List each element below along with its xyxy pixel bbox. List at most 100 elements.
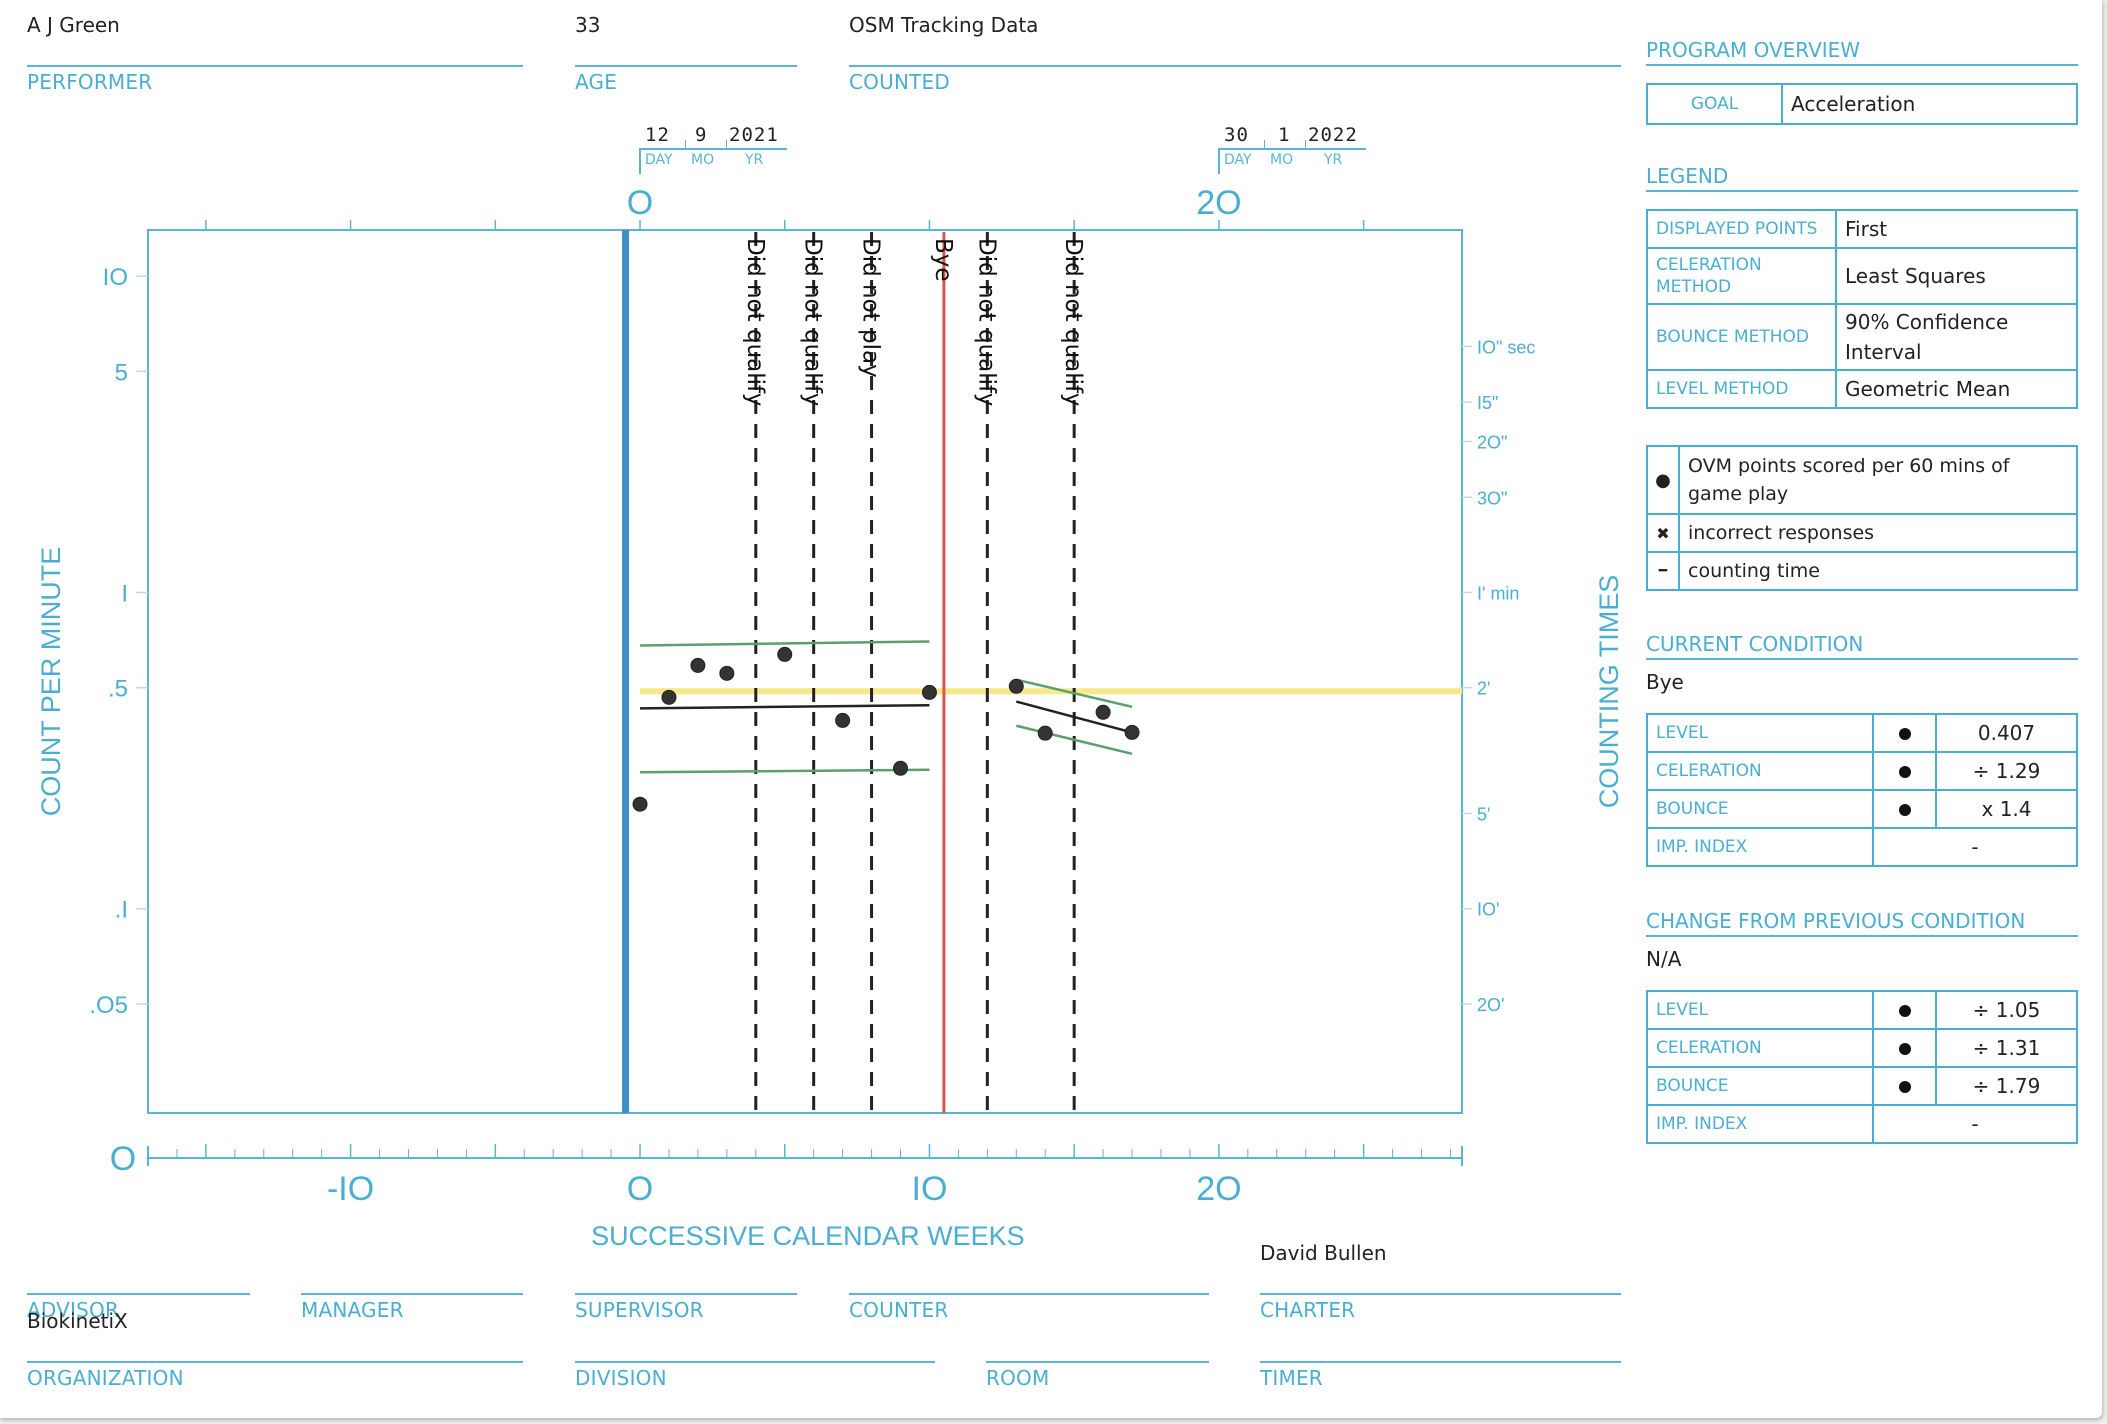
data-point <box>661 689 677 705</box>
legend-symbol-label: counting time <box>1678 551 2078 591</box>
legend-value: First <box>1835 209 2078 249</box>
legend-row: DISPLAYED POINTS First <box>1646 209 2078 249</box>
data-point <box>1095 704 1111 720</box>
stat-row: LEVEL 0.407 <box>1646 713 2078 753</box>
right-axis-label: 3O" <box>1477 488 1507 508</box>
division-underline <box>575 1361 935 1363</box>
right-axis-label: 2O' <box>1477 995 1504 1015</box>
program-overview-table: GOAL Acceleration <box>1646 83 2078 125</box>
data-point <box>777 646 793 662</box>
x-axis-title: SUCCESSIVE CALENDAR WEEKS <box>591 1221 1025 1251</box>
organization-label: ORGANIZATION <box>27 1366 184 1390</box>
stat-key: CELERATION <box>1646 1028 1874 1068</box>
side-panel: PROGRAM OVERVIEW GOAL Acceleration LEGEN… <box>1646 0 2078 1200</box>
celeration-chart: O 2O O -IO O IO 2O SUCCESSIVE CALENDAR WEEKS IO 5… <box>36 184 1624 1251</box>
bottom-axis-label: -IO <box>327 1170 374 1208</box>
stat-key: LEVEL <box>1646 713 1874 753</box>
annotation-label: Did not qualify <box>1060 238 1086 406</box>
legend-key: LEVEL METHOD <box>1646 369 1837 409</box>
legend-row: CELERATION METHOD Least Squares <box>1646 247 2078 305</box>
data-point <box>921 684 937 700</box>
organization-underline <box>27 1361 523 1363</box>
data-point <box>690 657 706 673</box>
charter-value: David Bullen <box>1260 1241 1387 1265</box>
counter-label: COUNTER <box>849 1298 949 1322</box>
legend-symbol-row: ✖ incorrect responses <box>1646 513 2078 553</box>
top-axis-label: O <box>627 184 653 222</box>
program-overview-title: PROGRAM OVERVIEW <box>1646 38 2078 66</box>
y-axis-right-title: COUNTING TIMES <box>1594 575 1624 809</box>
stat-value: ÷ 1.31 <box>1935 1028 2078 1068</box>
right-axis-label: I' min <box>1477 583 1519 603</box>
organization-value: BiokinetiX <box>27 1309 128 1333</box>
legend-row: BOUNCE METHOD 90% Confidence Interval <box>1646 303 2078 371</box>
advisor-underline <box>27 1293 250 1295</box>
left-axis-label: IO <box>103 264 128 291</box>
dot-icon: ● <box>1646 445 1680 515</box>
right-axis-label: 2' <box>1477 679 1490 699</box>
legend-symbol-row: ━ counting time <box>1646 551 2078 591</box>
dot-icon <box>1872 1028 1937 1068</box>
left-axis-label: 5 <box>115 359 128 386</box>
data-point <box>1008 678 1024 694</box>
right-axis-label: IO" sec <box>1477 337 1535 357</box>
bottom-axis-label: IO <box>912 1170 948 1208</box>
legend-symbols-table: ● OVM points scored per 60 mins of game … <box>1646 445 2078 591</box>
annotation-label: Did not qualify <box>800 238 826 406</box>
current-condition-table: LEVEL 0.407 CELERATION ÷ 1.29 BOUNCE x 1… <box>1646 713 2078 867</box>
change-from-previous-name: N/A <box>1646 947 1682 971</box>
top-axis-label: 2O <box>1196 184 1241 222</box>
phase1-lower-bounce-line <box>640 768 930 774</box>
stat-key: LEVEL <box>1646 990 1874 1030</box>
timer-underline <box>1260 1361 1621 1363</box>
data-point <box>632 796 648 812</box>
data-point <box>893 760 909 776</box>
room-underline <box>986 1361 1209 1363</box>
stat-value: x 1.4 <box>1935 789 2078 829</box>
dash-icon: ━ <box>1646 551 1680 591</box>
legend-value: Least Squares <box>1835 247 2078 305</box>
data-point <box>719 665 735 681</box>
stat-key: CELERATION <box>1646 751 1874 791</box>
right-axis-label: 5' <box>1477 805 1490 825</box>
right-axis-label: IO' <box>1477 900 1499 920</box>
legend-key: DISPLAYED POINTS <box>1646 209 1837 249</box>
stat-row: BOUNCE ÷ 1.79 <box>1646 1066 2078 1106</box>
stat-key: IMP. INDEX <box>1646 827 1874 867</box>
left-axis-label: .I <box>115 897 128 924</box>
bottom-axis-label: 2O <box>1196 1170 1241 1208</box>
stat-key: IMP. INDEX <box>1646 1104 1874 1144</box>
y-axis-title: COUNT PER MINUTE <box>36 547 66 817</box>
timer-label: TIMER <box>1260 1366 1323 1390</box>
stat-row: IMP. INDEX - <box>1646 1104 2078 1144</box>
supervisor-underline <box>575 1293 797 1295</box>
data-point <box>1037 725 1053 741</box>
phase1-celeration-line <box>640 703 930 710</box>
charter-label: CHARTER <box>1260 1298 1356 1322</box>
room-label: ROOM <box>986 1366 1050 1390</box>
phase1-upper-bounce-line <box>640 640 930 647</box>
right-axis-label: 2O" <box>1477 433 1507 453</box>
annotation-label: Did not qualify <box>973 238 999 406</box>
charter-underline <box>1260 1293 1621 1295</box>
legend-key: BOUNCE METHOD <box>1646 303 1837 371</box>
data-point <box>835 712 851 728</box>
counter-underline <box>849 1293 1209 1295</box>
left-axis-label: I <box>121 580 128 607</box>
legend-title: LEGEND <box>1646 164 2078 192</box>
change-from-previous-title: CHANGE FROM PREVIOUS CONDITION <box>1646 909 2078 937</box>
data-point <box>1124 724 1140 740</box>
supervisor-label: SUPERVISOR <box>575 1298 704 1322</box>
current-condition-title: CURRENT CONDITION <box>1646 632 2078 660</box>
legend-symbol-label: OVM points scored per 60 mins of game pl… <box>1678 445 2078 515</box>
current-condition-name: Bye <box>1646 670 1684 694</box>
phase2-celeration-line <box>1015 700 1133 734</box>
stat-value: ÷ 1.79 <box>1935 1066 2078 1106</box>
dot-icon <box>1872 1066 1937 1106</box>
goal-label: GOAL <box>1646 83 1783 125</box>
dot-icon <box>1872 990 1937 1030</box>
legend-settings-table: DISPLAYED POINTS First CELERATION METHOD… <box>1646 209 2078 409</box>
stat-row: IMP. INDEX - <box>1646 827 2078 867</box>
stat-value: ÷ 1.05 <box>1935 990 2078 1030</box>
manager-underline <box>301 1293 523 1295</box>
